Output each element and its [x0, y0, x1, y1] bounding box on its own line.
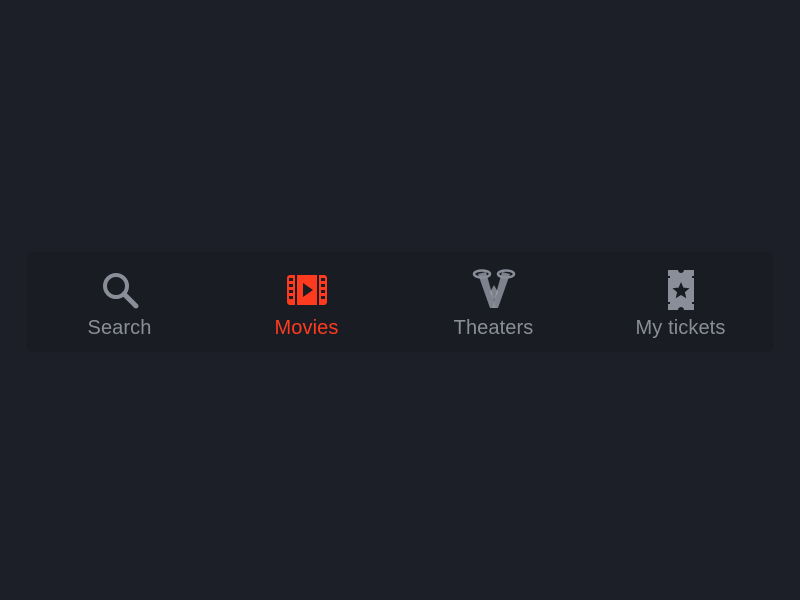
app-screen: Search Movies Theaters My tickets [0, 0, 800, 600]
tab-movies-label: Movies [274, 317, 339, 339]
film-icon [285, 268, 329, 312]
search-icon [98, 268, 142, 312]
tab-tickets[interactable]: My tickets [587, 252, 774, 352]
ticket-icon [659, 268, 703, 312]
tab-movies[interactable]: Movies [213, 252, 400, 352]
tab-theaters[interactable]: Theaters [400, 252, 587, 352]
tab-search-label: Search [87, 317, 152, 339]
tab-search[interactable]: Search [26, 252, 213, 352]
bottom-tab-bar: Search Movies Theaters My tickets [26, 252, 774, 352]
tab-theaters-label: Theaters [453, 317, 534, 339]
spotlight-icon [472, 268, 516, 312]
tab-tickets-label: My tickets [635, 317, 726, 339]
